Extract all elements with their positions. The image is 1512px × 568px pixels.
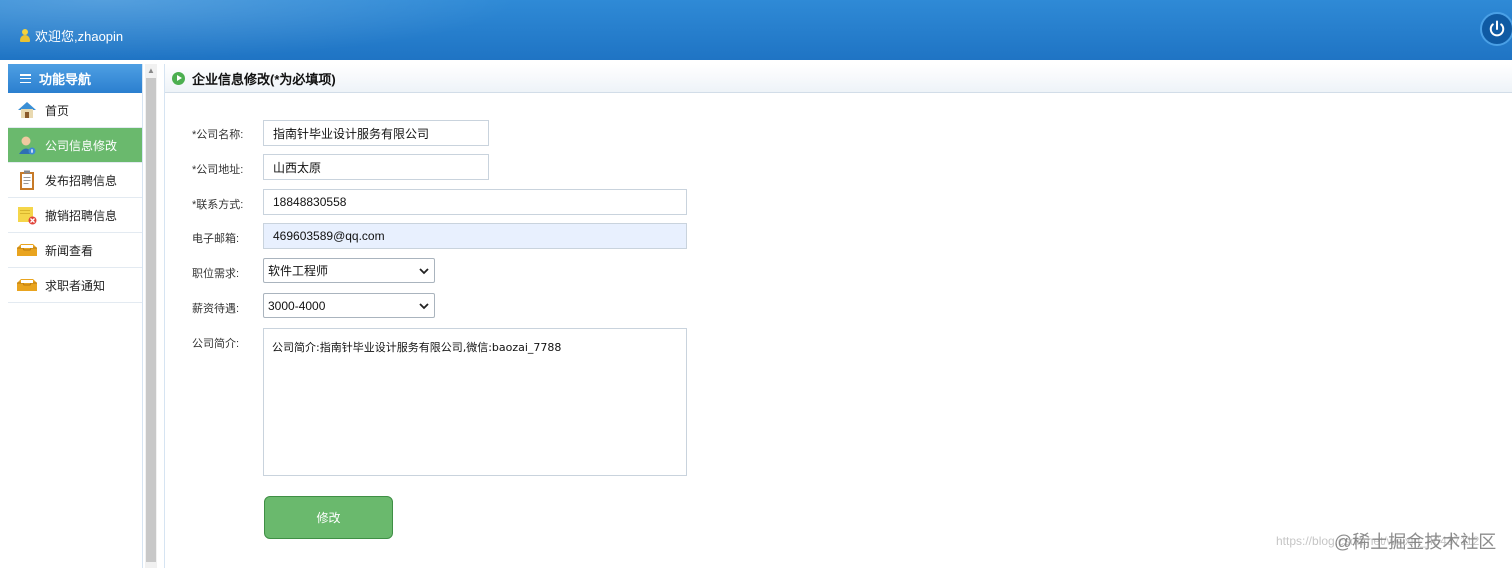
sidebar-item-label: 撤销招聘信息 [45,208,118,223]
salary-select-value: 3000-4000 [268,298,326,313]
sidebar-item-label: 公司信息修改 [45,138,118,153]
watermark-brand: @稀土掘金技术社区 [1334,532,1497,552]
inbox-icon [16,274,38,296]
welcome-text: 欢迎您,zhaopin [35,29,124,44]
play-icon [172,71,185,85]
company-address-label: *公司地址: [192,164,244,176]
inbox-icon [16,239,38,261]
panel-header: 企业信息修改(*为必填项) [165,64,1512,93]
salary-label: 薪资待遇: [192,303,240,315]
sidebar-item-publish-job[interactable]: 发布招聘信息 [8,163,142,198]
contact-label: *联系方式: [192,199,244,211]
sidebar: 功能导航 首页 公司信息修改 发布招聘信息 撤销招聘信息 新闻查看 求职者通知 [8,64,143,568]
company-address-input[interactable]: 山西太原 [263,154,489,180]
power-icon [1489,20,1505,37]
sidebar-scrollbar[interactable]: ▲ [145,64,157,568]
scroll-up-arrow-icon[interactable]: ▲ [145,64,157,76]
sidebar-item-revoke-job[interactable]: 撤销招聘信息 [8,198,142,233]
sidebar-item-news[interactable]: 新闻查看 [8,233,142,268]
sidebar-title: 功能导航 [39,72,92,87]
sidebar-item-label: 发布招聘信息 [45,173,118,188]
logout-button[interactable] [1480,12,1512,46]
sidebar-item-label: 求职者通知 [45,278,106,293]
contact-input[interactable]: 18848830558 [263,189,687,215]
chevron-down-icon [419,268,429,275]
company-name-label: *公司名称: [192,129,244,141]
sidebar-item-label: 新闻查看 [45,243,94,258]
position-select[interactable]: 软件工程师 [263,258,435,283]
salary-select[interactable]: 3000-4000 [263,293,435,318]
scrollbar-thumb[interactable] [146,78,156,562]
position-select-value: 软件工程师 [268,264,329,278]
sidebar-item-company-info[interactable]: 公司信息修改 [8,128,142,163]
main-panel: 企业信息修改(*为必填项) *公司名称: 指南针毕业设计服务有限公司 *公司地址… [164,64,1512,568]
user-info-icon [16,134,38,156]
company-intro-textarea[interactable]: 公司简介:指南针毕业设计服务有限公司,微信:baozai_7788 [263,328,687,476]
position-label: 职位需求: [192,268,240,280]
submit-button[interactable]: 修改 [264,496,393,539]
email-input[interactable]: 469603589@qq.com [263,223,687,249]
clipboard-icon [16,169,38,191]
page-title: 企业信息修改(*为必填项) [192,71,336,87]
note-delete-icon [16,204,38,226]
email-label: 电子邮箱: [192,233,240,245]
list-icon [20,74,31,83]
welcome-area: 欢迎您,zhaopin [20,26,123,45]
intro-label: 公司简介: [192,338,240,350]
company-name-input[interactable]: 指南针毕业设计服务有限公司 [263,120,489,146]
home-icon [16,99,38,121]
sidebar-header: 功能导航 [8,64,142,93]
sidebar-item-label: 首页 [45,103,70,118]
sidebar-item-home[interactable]: 首页 [8,93,142,128]
user-icon [20,29,30,42]
sidebar-item-applicant-notice[interactable]: 求职者通知 [8,268,142,303]
top-header: 欢迎您,zhaopin [0,0,1512,60]
chevron-down-icon [419,303,429,310]
